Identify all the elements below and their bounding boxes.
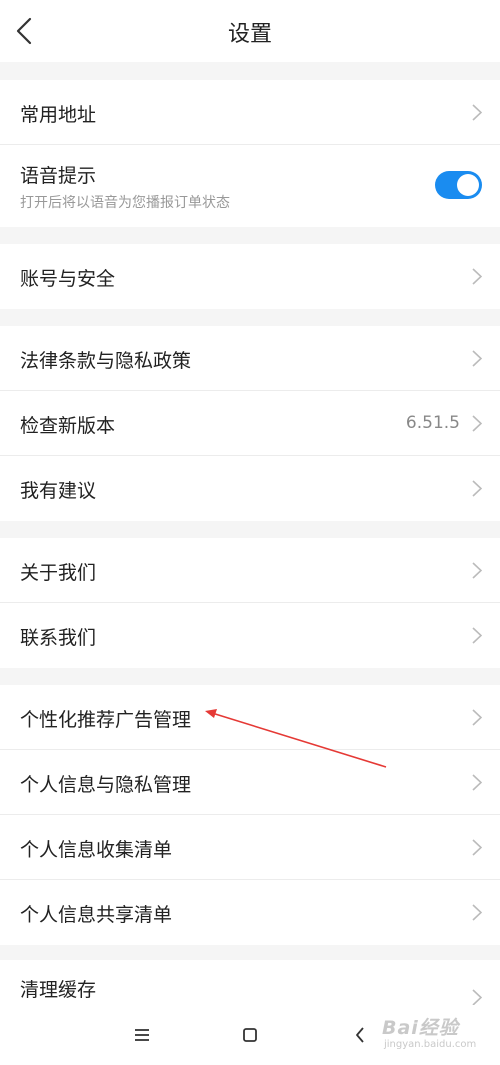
settings-group-account: 账号与安全 [0, 244, 500, 309]
row-clear-cache[interactable]: 清理缓存 [0, 960, 500, 1005]
settings-group-about: 关于我们 联系我们 [0, 538, 500, 668]
row-voice-prompt: 语音提示 打开后将以语音为您播报订单状态 [0, 145, 500, 227]
watermark-logo: Bai经验 jingyan.baidu.com [378, 1013, 498, 1057]
row-account-security[interactable]: 账号与安全 [0, 244, 500, 309]
row-label: 个人信息收集清单 [20, 839, 173, 861]
row-legal-privacy[interactable]: 法律条款与隐私政策 [0, 326, 500, 391]
system-back-button[interactable] [348, 1023, 372, 1047]
chevron-right-icon [472, 415, 482, 432]
chevron-right-icon [472, 989, 482, 1005]
row-common-address[interactable]: 常用地址 [0, 80, 500, 145]
back-triangle-icon [356, 1027, 364, 1043]
row-label: 个性化推荐广告管理 [20, 709, 192, 731]
chevron-right-icon [472, 904, 482, 921]
row-label: 语音提示 [20, 165, 97, 187]
row-info-sharing-list[interactable]: 个人信息共享清单 [0, 880, 500, 945]
row-suggestion[interactable]: 我有建议 [0, 456, 500, 521]
row-label: 账号与安全 [20, 268, 116, 290]
row-label: 个人信息与隐私管理 [20, 774, 192, 796]
home-square-icon [243, 1028, 257, 1042]
chevron-right-icon [472, 627, 482, 644]
settings-group-privacy: 个性化推荐广告管理 个人信息与隐私管理 个人信息收集清单 个人信息共享清单 [0, 685, 500, 945]
row-about-us[interactable]: 关于我们 [0, 538, 500, 603]
row-label: 关于我们 [20, 562, 97, 584]
row-personalized-ads[interactable]: 个性化推荐广告管理 [0, 685, 500, 750]
header-bar: 设置 [0, 0, 500, 62]
watermark-url: jingyan.baidu.com [384, 1039, 477, 1050]
version-value: 6.51.5 [405, 413, 460, 433]
voice-prompt-toggle[interactable] [435, 171, 482, 199]
row-check-update[interactable]: 检查新版本 6.51.5 [0, 391, 500, 456]
settings-group-cache: 清理缓存 [0, 960, 500, 1005]
toggle-knob [457, 174, 479, 196]
home-button[interactable] [238, 1023, 262, 1047]
row-contact-us[interactable]: 联系我们 [0, 603, 500, 668]
row-personal-info-privacy[interactable]: 个人信息与隐私管理 [0, 750, 500, 815]
row-description: 打开后将以语音为您播报订单状态 [20, 195, 230, 211]
row-label: 法律条款与隐私政策 [20, 350, 192, 372]
row-label: 清理缓存 [20, 979, 97, 1001]
row-label: 常用地址 [20, 104, 97, 126]
watermark-text: Bai经验 [382, 1017, 459, 1039]
chevron-right-icon [472, 350, 482, 367]
chevron-right-icon [472, 839, 482, 856]
chevron-right-icon [472, 774, 482, 791]
chevron-right-icon [472, 562, 482, 579]
row-info-collection-list[interactable]: 个人信息收集清单 [0, 815, 500, 880]
menu-button[interactable] [130, 1023, 154, 1047]
row-label: 联系我们 [20, 627, 97, 649]
chevron-right-icon [472, 104, 482, 121]
row-label: 个人信息共享清单 [20, 904, 173, 926]
row-label: 我有建议 [20, 480, 97, 502]
chevron-right-icon [472, 268, 482, 285]
menu-icon [135, 1029, 149, 1041]
settings-group-general: 常用地址 语音提示 打开后将以语音为您播报订单状态 [0, 80, 500, 227]
chevron-right-icon [472, 480, 482, 497]
page-title: 设置 [227, 22, 272, 47]
settings-group-legal: 法律条款与隐私政策 检查新版本 6.51.5 我有建议 [0, 326, 500, 521]
row-label: 检查新版本 [20, 415, 116, 437]
chevron-right-icon [472, 709, 482, 726]
